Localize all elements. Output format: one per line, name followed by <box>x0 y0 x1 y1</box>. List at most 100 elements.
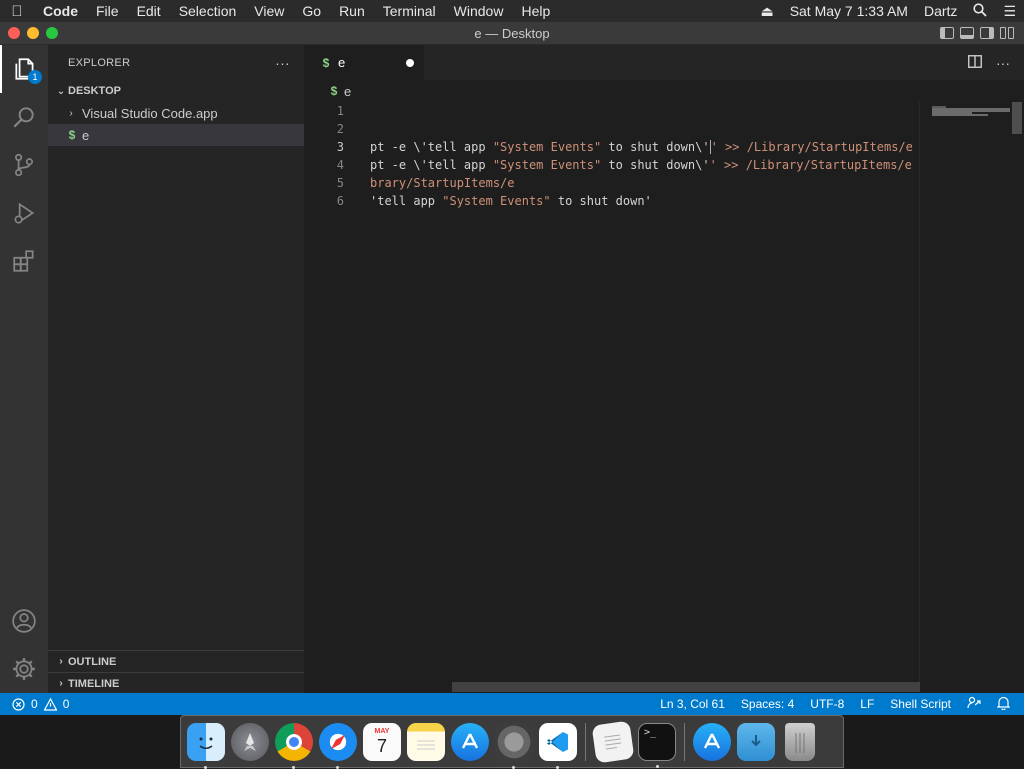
encoding[interactable]: UTF-8 <box>810 697 844 711</box>
control-center-icon[interactable]: ☰ <box>995 3 1024 20</box>
tab-e[interactable]: $ e <box>304 45 424 80</box>
menu-view[interactable]: View <box>245 3 293 19</box>
code-line[interactable]: 2 <box>304 120 920 138</box>
live-share-icon[interactable] <box>967 696 981 713</box>
folder-desktop-label: DESKTOP <box>68 85 121 97</box>
problems-indicator[interactable]: 0 0 <box>0 697 69 711</box>
dock-separator <box>684 722 685 761</box>
manage-activity[interactable] <box>0 645 48 693</box>
vertical-scrollbar[interactable] <box>1012 102 1022 134</box>
toggle-sidebar-icon[interactable] <box>940 27 954 39</box>
running-indicator <box>512 765 515 769</box>
running-indicator <box>204 765 207 769</box>
menu-selection[interactable]: Selection <box>170 3 246 19</box>
line-number: 2 <box>336 122 344 136</box>
minimap[interactable] <box>920 102 1024 682</box>
folder-desktop-header[interactable]: ⌄ DESKTOP <box>48 80 304 102</box>
chevron-right-icon: › <box>59 678 63 689</box>
line-number: 3 <box>336 140 344 154</box>
code-token: to shut down\' <box>601 139 710 154</box>
notes-icon[interactable] <box>407 722 445 761</box>
code-text: brary/StartupItems/e <box>370 176 515 190</box>
close-window-button[interactable] <box>8 27 20 39</box>
tree-item-e[interactable]: $ e <box>48 124 304 146</box>
source-control-activity[interactable] <box>0 141 48 189</box>
tree-item-label: Visual Studio Code.app <box>82 105 218 121</box>
menu-terminal[interactable]: Terminal <box>374 3 445 19</box>
menu-window[interactable]: Window <box>445 3 513 19</box>
accounts-activity[interactable] <box>0 597 48 645</box>
line-number: 4 <box>336 158 344 172</box>
shell-file-icon: $ <box>330 84 338 98</box>
running-indicator <box>292 765 295 769</box>
search-activity[interactable] <box>0 93 48 141</box>
indentation[interactable]: Spaces: 4 <box>741 697 794 711</box>
breadcrumb-file[interactable]: e <box>344 84 351 99</box>
code-line[interactable]: 3 pt -e \'tell app "System Events" to shu… <box>304 138 920 156</box>
cursor-position[interactable]: Ln 3, Col 61 <box>660 697 725 711</box>
code-editor[interactable]: 1 2 3 pt -e \'tell app "System Events" to s… <box>304 102 920 682</box>
menubar-user[interactable]: Dartz <box>916 3 965 19</box>
search-icon <box>13 107 34 128</box>
menu-help[interactable]: Help <box>512 3 559 19</box>
menu-app-name[interactable]: Code <box>34 3 87 19</box>
code-line[interactable]: 6 'tell app "System Events" to shut down' <box>304 192 920 210</box>
tab-label: e <box>338 55 346 70</box>
menubar-datetime[interactable]: Sat May 7 1:33 AM <box>782 3 916 19</box>
launchpad-icon[interactable] <box>231 722 269 761</box>
extensions-activity[interactable] <box>0 237 48 285</box>
app-store-icon[interactable] <box>451 722 489 761</box>
menu-file[interactable]: File <box>87 3 128 19</box>
apple-menu-icon[interactable]:  <box>0 3 34 20</box>
code-string-token: "System Events" <box>492 158 602 172</box>
code-token: pt -e \'tell app <box>370 139 493 154</box>
timeline-section[interactable]: › TIMELINE <box>48 672 304 694</box>
downloads-folder-icon[interactable] <box>737 722 775 761</box>
spotlight-search-icon[interactable] <box>965 2 995 20</box>
source-control-icon <box>15 153 33 177</box>
menu-run[interactable]: Run <box>330 3 374 19</box>
menu-go[interactable]: Go <box>293 3 330 19</box>
app-store-folder-icon[interactable] <box>693 722 731 761</box>
code-line[interactable]: 5 brary/StartupItems/e <box>304 174 920 192</box>
editor-tabs: $ e ··· <box>304 45 1024 80</box>
split-editor-icon[interactable] <box>968 54 982 71</box>
extensions-icon <box>13 250 34 272</box>
minimap-line <box>932 114 988 116</box>
vscode-dock-icon[interactable] <box>539 722 577 769</box>
zoom-window-button[interactable] <box>46 27 58 39</box>
running-indicator <box>656 764 659 768</box>
code-string-token: brary/StartupItems/e <box>370 176 515 190</box>
tree-item-vscode-app[interactable]: › Visual Studio Code.app <box>48 102 304 124</box>
end-of-line[interactable]: LF <box>860 697 874 711</box>
customize-layout-icon[interactable] <box>1000 27 1014 39</box>
eject-icon[interactable]: ⏏ <box>752 3 781 20</box>
explorer-title: EXPLORER <box>68 56 131 69</box>
language-mode[interactable]: Shell Script <box>890 697 951 711</box>
code-line[interactable]: 1 <box>304 102 920 120</box>
code-line[interactable]: 4 pt -e \'tell app "System Events" to shu… <box>304 156 920 174</box>
calendar-icon[interactable]: MAY 7 <box>363 722 401 761</box>
system-preferences-icon[interactable] <box>495 722 533 769</box>
terminal-dock-icon[interactable]: >_ <box>638 722 676 768</box>
safari-icon[interactable] <box>319 722 357 769</box>
run-debug-activity[interactable] <box>0 189 48 237</box>
finder-icon[interactable] <box>187 722 225 769</box>
code-text: pt -e \'tell app "System Events" to shut… <box>370 158 912 172</box>
more-actions-icon[interactable]: ··· <box>275 55 290 71</box>
run-debug-icon <box>14 202 35 224</box>
horizontal-scrollbar[interactable] <box>452 682 920 692</box>
unsaved-dot-icon[interactable] <box>406 58 414 67</box>
minimize-window-button[interactable] <box>27 27 39 39</box>
trash-icon[interactable] <box>785 722 815 761</box>
toggle-panel-icon[interactable] <box>960 27 974 39</box>
code-string-token: "System Events" <box>492 139 602 154</box>
explorer-activity[interactable]: 1 <box>0 45 48 93</box>
chrome-icon[interactable] <box>275 722 313 769</box>
textedit-icon[interactable] <box>591 720 635 763</box>
toggle-secondary-sidebar-icon[interactable] <box>980 27 994 39</box>
notifications-bell-icon[interactable] <box>996 696 1011 713</box>
outline-section[interactable]: › OUTLINE <box>48 650 304 672</box>
menu-edit[interactable]: Edit <box>128 3 170 19</box>
more-actions-icon[interactable]: ··· <box>996 55 1010 71</box>
